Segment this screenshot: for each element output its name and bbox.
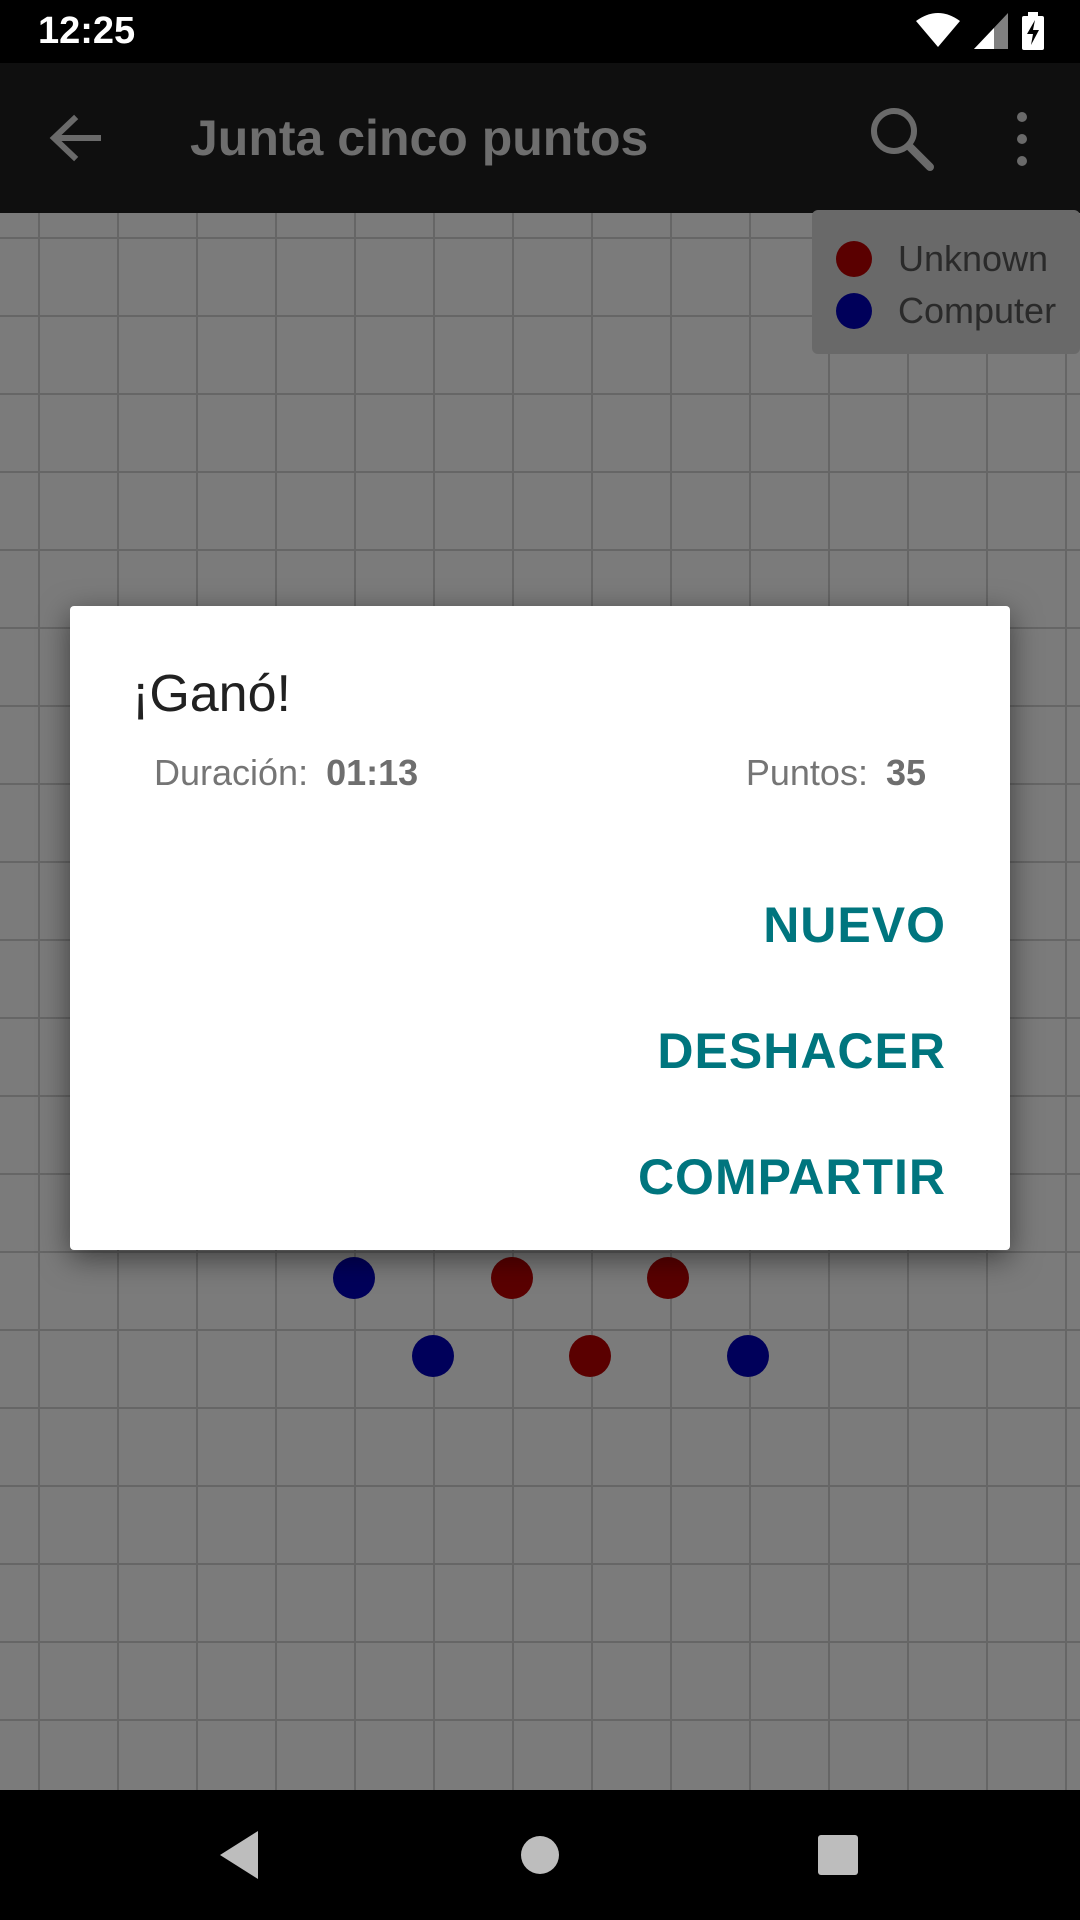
blue-dot [727,1335,769,1377]
win-dialog: ¡Ganó! Duración: 01:13 Puntos: 35 NUEVO DE… [70,606,1010,1250]
back-triangle-icon[interactable] [210,1825,270,1885]
home-circle-icon[interactable] [510,1825,570,1885]
undo-button[interactable]: DESHACER [657,1022,946,1080]
signal-icon [974,13,1008,49]
legend-label: Unknown [898,238,1049,279]
back-arrow-icon[interactable] [40,103,110,173]
points-stat: Puntos: 35 [746,752,926,794]
red-dot [569,1335,611,1377]
blue-dot [412,1335,454,1377]
points-value: 35 [885,752,926,793]
status-bar: 12:25 [0,0,1080,63]
system-nav-bar [0,1790,1080,1920]
duration-label: Duración: [154,752,309,793]
player-dot-icon [836,241,872,277]
app-bar: Junta cinco puntos [0,63,1080,213]
page-title: Junta cinco puntos [190,110,649,166]
dialog-title: ¡Ganó! [132,665,291,723]
status-time: 12:25 [38,10,136,52]
share-button[interactable]: COMPARTIR [638,1148,946,1206]
red-dot [647,1257,689,1299]
legend-item-player2: Computer [836,290,1056,332]
legend-item-player1: Unknown [836,238,1048,280]
recents-square-icon[interactable] [808,1825,868,1885]
wifi-icon [916,13,960,49]
search-icon[interactable] [866,103,938,175]
red-dot [491,1257,533,1299]
blue-dot [333,1257,375,1299]
player-legend: Unknown Computer [812,210,1080,354]
status-icons [916,12,1044,50]
duration-value: 01:13 [326,752,419,793]
more-vert-icon[interactable] [990,103,1054,175]
player-dot-icon [836,293,872,329]
battery-charging-icon [1022,12,1044,50]
new-game-button[interactable]: NUEVO [763,896,946,954]
legend-label: Computer [898,290,1057,331]
duration-stat: Duración: 01:13 [154,752,418,794]
screen: 12:25 Junta cinco puntos Unknown Compute… [0,0,1080,1920]
points-label: Puntos: [745,752,868,793]
